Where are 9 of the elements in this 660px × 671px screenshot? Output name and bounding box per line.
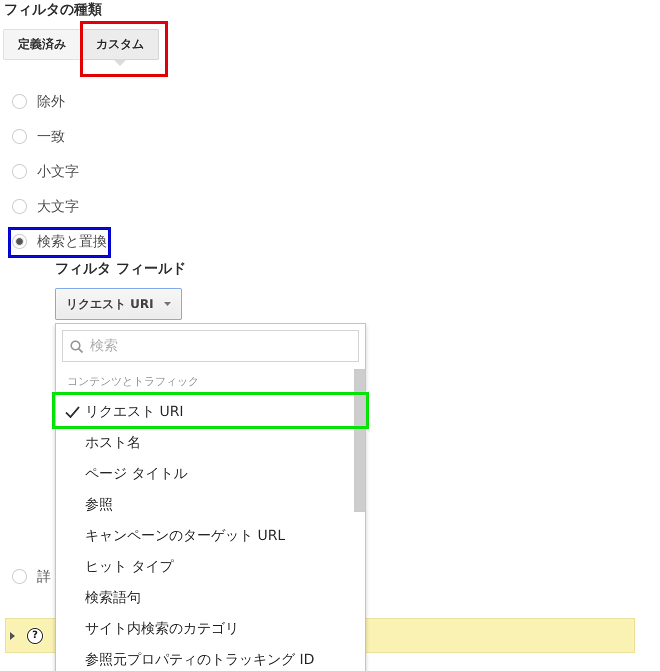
option-label: 小文字 — [37, 162, 79, 182]
option-label: 一致 — [37, 128, 65, 146]
option-label: 検索と置換 — [37, 232, 107, 252]
option-label: 詳 — [37, 568, 51, 586]
option-label: 大文字 — [37, 198, 79, 216]
option-label: 除外 — [37, 92, 65, 112]
field-label: フィルタ フィールド — [55, 260, 186, 279]
section-title: フィルタの種類 — [4, 1, 102, 20]
group-header: コンテンツとトラフィック — [67, 374, 199, 390]
